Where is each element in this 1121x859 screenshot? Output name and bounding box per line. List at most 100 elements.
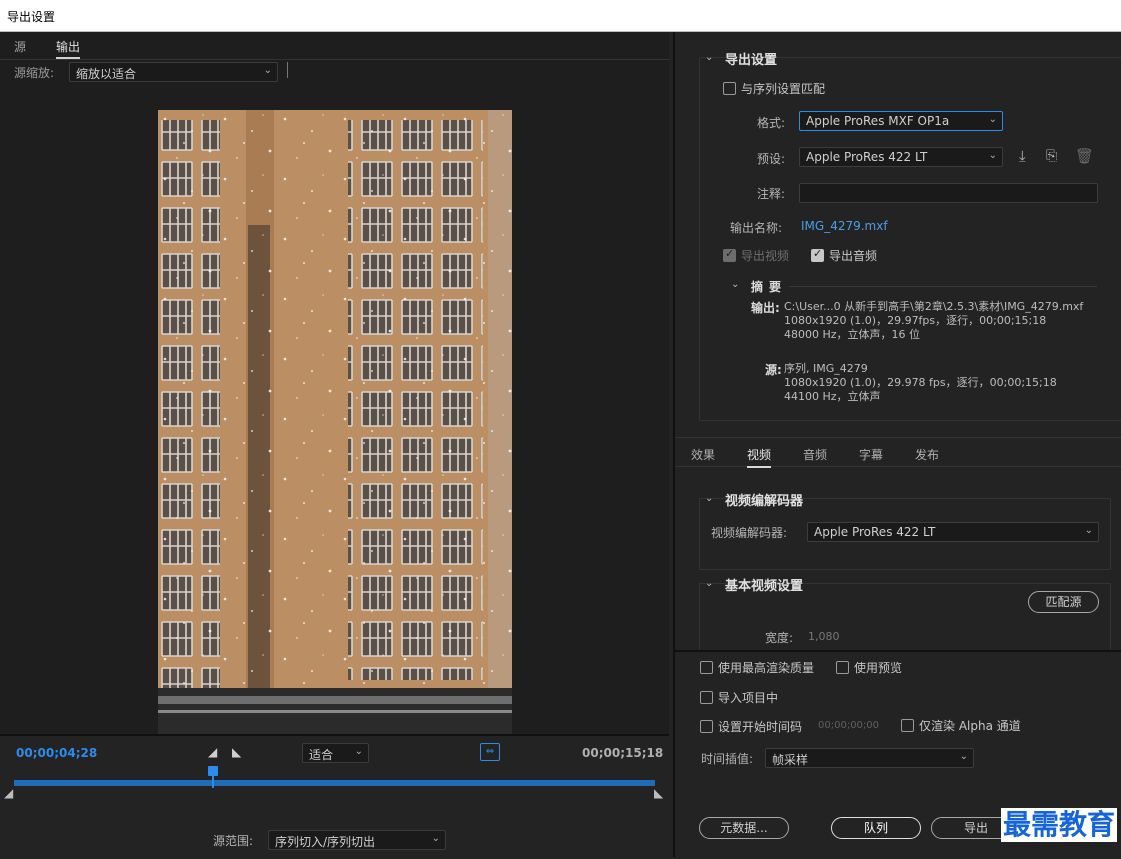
summary-source-info: 序列, IMG_4279 1080x1920 (1.0)，29.978 fps，… [784, 362, 1057, 404]
collapse-chevron-icon[interactable]: ⌄ [705, 52, 713, 63]
match-sequence-checkbox[interactable] [723, 82, 736, 95]
chevron-down-icon: ⌄ [959, 751, 968, 762]
settings-panel: ⌄ 导出设置 与序列设置匹配 格式: Apple ProRes MXF OP1a… [673, 32, 1121, 859]
tab-audio[interactable]: 音频 [803, 446, 827, 463]
match-source-button[interactable]: 匹配源 [1028, 591, 1099, 613]
tab-output[interactable]: 输出 [56, 38, 81, 59]
set-start-timecode-label: 设置开始时间码 [718, 720, 803, 734]
delete-preset-icon[interactable]: 🗑 [1075, 147, 1094, 165]
export-audio-label: 导出音频 [829, 249, 878, 263]
source-range-label: 源范围: [213, 834, 254, 848]
set-out-point-icon[interactable]: ◣ [232, 745, 241, 759]
video-codec-dropdown[interactable]: Apple ProRes 422 LT ⌄ [807, 522, 1099, 542]
chevron-down-icon: ⌄ [431, 833, 440, 844]
format-value: Apple ProRes MXF OP1a [806, 114, 950, 128]
export-video-checkbox[interactable] [723, 247, 736, 262]
queue-button[interactable]: 队列 [831, 817, 921, 839]
summary-source-video: 1080x1920 (1.0)，29.978 fps，逐行，00;00;15;1… [784, 376, 1057, 389]
tab-divider [0, 59, 669, 60]
start-timecode-value[interactable]: 00;00;00;00 [818, 720, 879, 731]
summary-source-label: 源: [765, 363, 782, 377]
preview-frame-image [158, 110, 512, 739]
window-title: 导出设置 [7, 10, 56, 24]
width-value[interactable]: 1,080 [808, 630, 840, 643]
comments-field[interactable] [799, 183, 1098, 203]
summary-source-audio: 44100 Hz，立体声 [784, 390, 881, 403]
summary-output-path: C:\User...0 从新手到高手\第2章\2.5.3\素材\IMG_4279… [784, 300, 1084, 313]
chevron-down-icon: ⌄ [263, 65, 272, 76]
chevron-down-icon: ⌄ [988, 114, 997, 125]
preset-label: 预设: [757, 152, 786, 166]
basic-video-title: 基本视频设置 [725, 579, 804, 594]
chevron-down-icon: ⌄ [1084, 525, 1093, 536]
summary-divider [789, 286, 1097, 287]
alpha-only-checkbox[interactable] [901, 719, 914, 732]
video-codec-title: 视频编解码器 [725, 494, 804, 509]
tab-effects[interactable]: 效果 [691, 446, 715, 463]
summary-chevron-icon[interactable]: ⌄ [731, 279, 739, 290]
set-in-point-icon[interactable]: ◢ [208, 745, 217, 759]
metadata-button[interactable]: 元数据... [699, 817, 789, 839]
current-timecode[interactable]: 00;00;04;28 [16, 746, 97, 760]
source-scale-label: 源缩放: [14, 66, 55, 80]
video-codec-value: Apple ProRes 422 LT [814, 525, 936, 539]
summary-title: 摘要 [751, 280, 788, 294]
tab-publish[interactable]: 发布 [915, 446, 939, 463]
summary-output-audio: 48000 Hz，立体声，16 位 [784, 328, 921, 341]
tab-captions[interactable]: 字幕 [859, 446, 883, 463]
source-scale-dropdown[interactable]: 缩放以适合 ⌄ [69, 62, 278, 82]
summary-output-label: 输出: [751, 301, 780, 315]
fit-dropdown[interactable]: 适合 ⌄ [302, 743, 369, 763]
import-into-project-checkbox[interactable] [700, 691, 713, 704]
playhead[interactable] [207, 766, 218, 788]
timeline-scrub-bar[interactable] [14, 780, 655, 786]
width-label: 宽度: [765, 631, 794, 645]
video-codec-label: 视频编解码器: [711, 526, 788, 540]
tab-source[interactable]: 源 [14, 38, 26, 55]
out-point-marker-icon[interactable]: ◣ [654, 786, 663, 800]
watermark-logo: 最需教育 [1001, 808, 1118, 842]
preset-value: Apple ProRes 422 LT [806, 150, 928, 164]
use-previews-label: 使用预览 [854, 661, 903, 675]
fit-value: 适合 [309, 748, 334, 762]
separator [287, 62, 288, 78]
alpha-only-label: 仅渲染 Alpha 通道 [919, 719, 1021, 733]
output-name-link[interactable]: IMG_4279.mxf [801, 219, 888, 233]
summary-output-video: 1080x1920 (1.0)，29.97fps，逐行，00;00;15;18 [784, 314, 1047, 327]
match-sequence-label: 与序列设置匹配 [741, 82, 826, 96]
source-scale-value: 缩放以适合 [76, 67, 137, 81]
tab-video[interactable]: 视频 [747, 446, 772, 468]
comments-label: 注释: [757, 187, 786, 201]
settings-tabs: 效果 视频 音频 字幕 发布 [675, 437, 1121, 468]
use-previews-checkbox[interactable] [836, 661, 849, 674]
summary-source-name: 序列, IMG_4279 [784, 362, 868, 375]
output-name-label: 输出名称: [730, 221, 783, 235]
format-dropdown[interactable]: Apple ProRes MXF OP1a ⌄ [799, 111, 1003, 131]
import-preset-icon[interactable]: ⎘ [1046, 148, 1057, 164]
import-into-project-label: 导入项目中 [718, 691, 779, 705]
collapse-chevron-icon[interactable]: ⌄ [705, 578, 713, 589]
aspect-correction-icon[interactable]: ⇔ [480, 743, 500, 761]
chevron-down-icon: ⌄ [354, 746, 363, 757]
end-timecode: 00;00;15;18 [582, 746, 664, 760]
export-settings-title: 导出设置 [725, 53, 778, 68]
format-label: 格式: [757, 116, 786, 130]
in-point-marker-icon[interactable]: ◢ [4, 786, 13, 800]
time-interpolation-label: 时间插值: [701, 752, 754, 766]
source-range-dropdown[interactable]: 序列切入/序列切出 ⌄ [268, 830, 446, 850]
preset-dropdown[interactable]: Apple ProRes 422 LT ⌄ [799, 147, 1003, 167]
time-interpolation-value: 帧采样 [772, 753, 809, 767]
set-start-timecode-checkbox[interactable] [700, 720, 713, 733]
timeline-controls: 00;00;04;28 ◢ ◣ 适合 ⌄ ⇔ 00;00;15;18 ◢ ◣ 源… [0, 734, 669, 859]
max-render-quality-label: 使用最高渲染质量 [718, 661, 815, 675]
video-preview [158, 110, 512, 739]
save-preset-icon[interactable]: ⤓ [1019, 147, 1026, 165]
title-bar: 导出设置 [0, 0, 1121, 32]
collapse-chevron-icon[interactable]: ⌄ [705, 493, 713, 504]
time-interpolation-dropdown[interactable]: 帧采样 ⌄ [765, 748, 974, 768]
max-render-quality-checkbox[interactable] [700, 661, 713, 674]
export-audio-checkbox[interactable] [811, 247, 824, 262]
summary-output-info: C:\User...0 从新手到高手\第2章\2.5.3\素材\IMG_4279… [784, 300, 1083, 342]
source-range-value: 序列切入/序列切出 [275, 835, 376, 849]
chevron-down-icon: ⌄ [988, 150, 997, 161]
